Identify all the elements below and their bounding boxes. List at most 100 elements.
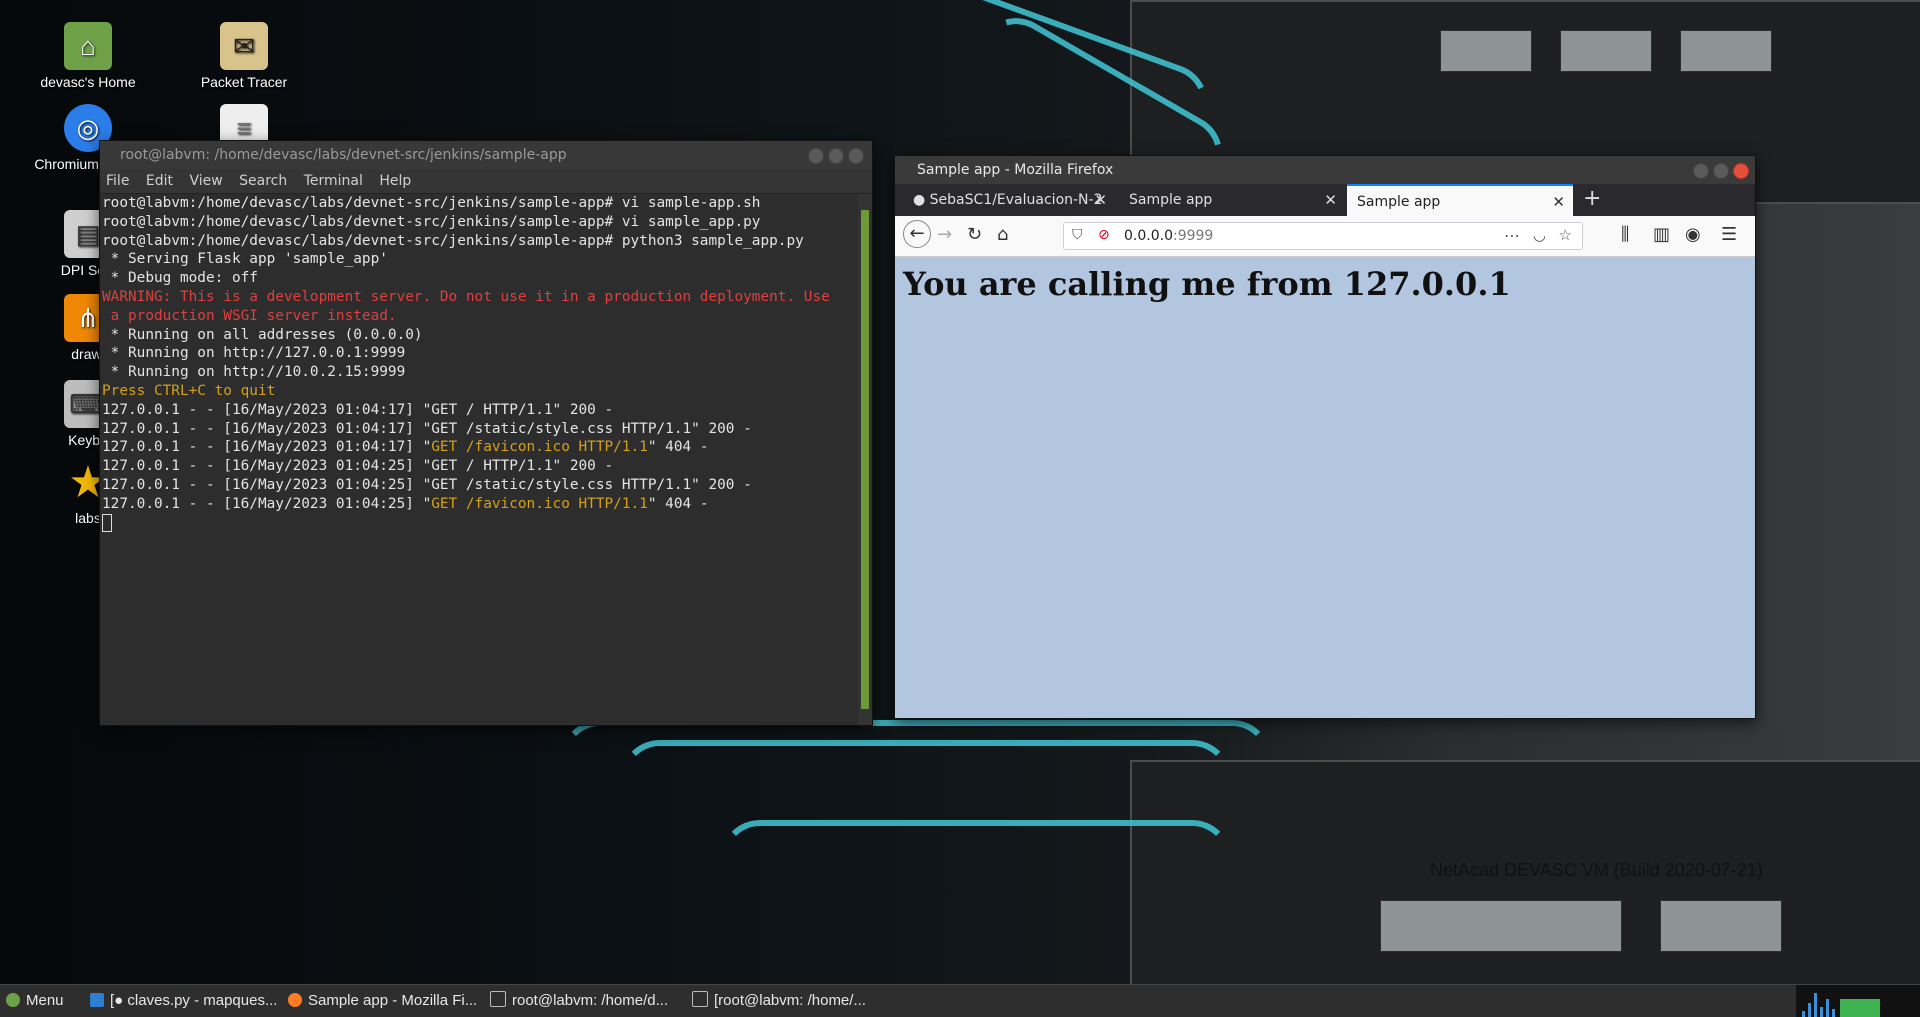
vscode-icon bbox=[90, 993, 104, 1007]
page-actions-icon[interactable]: ⋯ bbox=[1504, 226, 1520, 245]
cpu-bar bbox=[1826, 999, 1829, 1017]
url-port: :9999 bbox=[1172, 228, 1214, 244]
close-button[interactable] bbox=[848, 148, 864, 164]
tab-sample-app[interactable]: Sample app ✕ bbox=[1119, 184, 1345, 216]
terminal-window[interactable]: root@labvm: /home/devasc/labs/devnet-src… bbox=[99, 140, 873, 726]
minimize-button[interactable] bbox=[1693, 163, 1709, 179]
rack-port bbox=[1560, 30, 1652, 72]
tab-close-icon[interactable]: ✕ bbox=[1094, 184, 1107, 216]
wallpaper-caption: NetAcad DEVASC VM (Build 2020-07-21) bbox=[1430, 860, 1763, 880]
hamburger-menu-icon[interactable]: ☰ bbox=[1721, 224, 1737, 245]
forward-button[interactable]: → bbox=[937, 224, 952, 245]
minimize-button[interactable] bbox=[808, 148, 824, 164]
tab-label: Sample app bbox=[1129, 192, 1213, 208]
page-heading: You are calling me from 127.0.0.1 bbox=[903, 265, 1511, 303]
maximize-button[interactable] bbox=[1713, 163, 1729, 179]
back-button[interactable]: ← bbox=[903, 220, 931, 248]
desktop-icon-home[interactable]: ⌂ devasc's Home bbox=[28, 22, 148, 90]
menu-edit[interactable]: Edit bbox=[146, 173, 173, 189]
system-monitor-graph[interactable] bbox=[1796, 985, 1920, 1017]
rack-port bbox=[1440, 30, 1532, 72]
cpu-bar bbox=[1814, 993, 1817, 1017]
tab-strip: ● SebaSC1/Evaluacion-N-2 ✕ Sample app ✕ … bbox=[895, 184, 1755, 216]
navigation-toolbar: ← → ↻ ⌂ ⛉ ⊘ 0.0.0.0:9999 ⋯ ◡ ☆ ⫼ ▥ ◉ ☰ bbox=[895, 216, 1755, 257]
terminal-line: 127.0.0.1 - - [16/May/2023 01:04:25] "GE… bbox=[102, 476, 752, 493]
rack-port bbox=[1680, 30, 1772, 72]
terminal-icon bbox=[490, 991, 506, 1007]
terminal-warning-line: a production WSGI server instead. bbox=[102, 307, 397, 324]
taskbar-item-label: [● claves.py - mapques... bbox=[110, 992, 278, 1009]
new-tab-button[interactable]: + bbox=[1583, 184, 1601, 214]
library-icon[interactable]: ⫼ bbox=[1621, 224, 1629, 245]
log-prefix: 127.0.0.1 - - [16/May/2023 01:04:25] " bbox=[102, 495, 432, 512]
terminal-line: 127.0.0.1 - - [16/May/2023 01:04:25] "GE… bbox=[102, 458, 614, 475]
tab-sample-app-active[interactable]: Sample app ✕ bbox=[1347, 184, 1573, 216]
terminal-line: 127.0.0.1 - - [16/May/2023 01:04:17] "GE… bbox=[102, 401, 614, 418]
insecure-lock-icon[interactable]: ⊘ bbox=[1098, 227, 1110, 243]
log-prefix: 127.0.0.1 - - [16/May/2023 01:04:17] " bbox=[102, 439, 432, 456]
taskbar-item-terminal-root[interactable]: [root@labvm: /home/... bbox=[692, 985, 866, 1017]
scrollbar-thumb[interactable] bbox=[861, 210, 869, 709]
memory-bar bbox=[1840, 999, 1880, 1017]
terminal-line: 127.0.0.1 - - [16/May/2023 01:04:17] "GE… bbox=[102, 438, 858, 457]
close-button[interactable] bbox=[1733, 163, 1749, 179]
menu-file[interactable]: File bbox=[106, 173, 129, 189]
cable bbox=[720, 820, 1232, 984]
terminal-line: * Running on http://127.0.0.1:9999 bbox=[102, 345, 406, 362]
sidebar-icon[interactable]: ▥ bbox=[1653, 224, 1670, 245]
taskbar-item-label: [root@labvm: /home/... bbox=[714, 992, 866, 1009]
menu-button[interactable]: Menu bbox=[6, 985, 64, 1017]
log-highlight: GET /favicon.ico HTTP/1.1 bbox=[431, 495, 648, 512]
menu-help[interactable]: Help bbox=[379, 173, 411, 189]
firefox-titlebar[interactable]: Sample app - Mozilla Firefox bbox=[895, 156, 1755, 184]
taskbar-item-firefox[interactable]: Sample app - Mozilla Fi... bbox=[288, 985, 477, 1017]
rack-port bbox=[1660, 900, 1782, 952]
tab-github[interactable]: ● SebaSC1/Evaluacion-N-2 ✕ bbox=[903, 184, 1115, 216]
shield-icon[interactable]: ⛉ bbox=[1072, 227, 1083, 243]
firefox-window[interactable]: Sample app - Mozilla Firefox ● SebaSC1/E… bbox=[894, 155, 1756, 719]
terminal-line: 127.0.0.1 - - [16/May/2023 01:04:17] "GE… bbox=[102, 420, 752, 437]
log-suffix: " 404 - bbox=[647, 495, 709, 512]
log-highlight: GET /favicon.ico HTTP/1.1 bbox=[431, 439, 648, 456]
menu-terminal[interactable]: Terminal bbox=[304, 173, 363, 189]
taskbar-item-label: root@labvm: /home/d... bbox=[512, 992, 669, 1009]
terminal-scrollbar[interactable] bbox=[858, 194, 872, 725]
bookmark-star-icon[interactable]: ☆ bbox=[1559, 226, 1572, 244]
desktop-icon-packet-tracer[interactable]: ✉ Packet Tracer bbox=[184, 22, 304, 90]
url-text[interactable]: 0.0.0.0:9999 bbox=[1124, 223, 1213, 249]
maximize-button[interactable] bbox=[828, 148, 844, 164]
terminal-menubar: File Edit View Search Terminal Help bbox=[100, 169, 872, 194]
terminal-line: * Serving Flask app 'sample_app' bbox=[102, 251, 388, 268]
tab-close-icon[interactable]: ✕ bbox=[1324, 184, 1337, 216]
menu-view[interactable]: View bbox=[189, 173, 222, 189]
terminal-line: * Running on http://10.0.2.15:9999 bbox=[102, 364, 406, 381]
github-icon: ● bbox=[913, 192, 926, 208]
rack-port bbox=[1380, 900, 1622, 952]
mint-menu-icon bbox=[6, 993, 20, 1007]
terminal-line: root@labvm:/home/devasc/labs/devnet-src/… bbox=[102, 195, 761, 211]
account-icon[interactable]: ◉ bbox=[1685, 224, 1701, 245]
cpu-bar bbox=[1808, 1003, 1811, 1017]
taskbar-item-label: Sample app - Mozilla Fi... bbox=[308, 992, 478, 1009]
terminal-line: * Running on all addresses (0.0.0.0) bbox=[102, 326, 423, 343]
terminal-line: root@labvm:/home/devasc/labs/devnet-src/… bbox=[102, 232, 804, 249]
menu-search[interactable]: Search bbox=[239, 173, 287, 189]
terminal-titlebar[interactable]: root@labvm: /home/devasc/labs/devnet-src… bbox=[100, 141, 872, 169]
terminal-warning-line: WARNING: This is a development server. D… bbox=[102, 288, 830, 305]
url-bar[interactable]: ⛉ ⊘ 0.0.0.0:9999 ⋯ ◡ ☆ bbox=[1063, 222, 1583, 250]
cpu-bar bbox=[1802, 1011, 1805, 1017]
home-button[interactable]: ⌂ bbox=[997, 224, 1008, 245]
taskbar-item-vscode[interactable]: [● claves.py - mapques... bbox=[90, 985, 277, 1017]
pocket-icon[interactable]: ◡ bbox=[1533, 226, 1546, 244]
firefox-title: Sample app - Mozilla Firefox bbox=[917, 162, 1114, 178]
desktop-icon-label: devasc's Home bbox=[40, 74, 136, 90]
tab-close-icon[interactable]: ✕ bbox=[1552, 186, 1565, 216]
terminal-output[interactable]: root@labvm:/home/devasc/labs/devnet-src/… bbox=[100, 194, 858, 725]
reload-button[interactable]: ↻ bbox=[967, 224, 982, 245]
taskbar: Menu [● claves.py - mapques... Sample ap… bbox=[0, 984, 1920, 1017]
desktop-icon-label: Packet Tracer bbox=[200, 74, 288, 90]
terminal-line: 127.0.0.1 - - [16/May/2023 01:04:25] "GE… bbox=[102, 495, 858, 514]
page-content: You are calling me from 127.0.0.1 bbox=[895, 257, 1755, 718]
taskbar-item-terminal[interactable]: root@labvm: /home/d... bbox=[490, 985, 668, 1017]
folder-home-icon: ⌂ bbox=[64, 22, 112, 70]
